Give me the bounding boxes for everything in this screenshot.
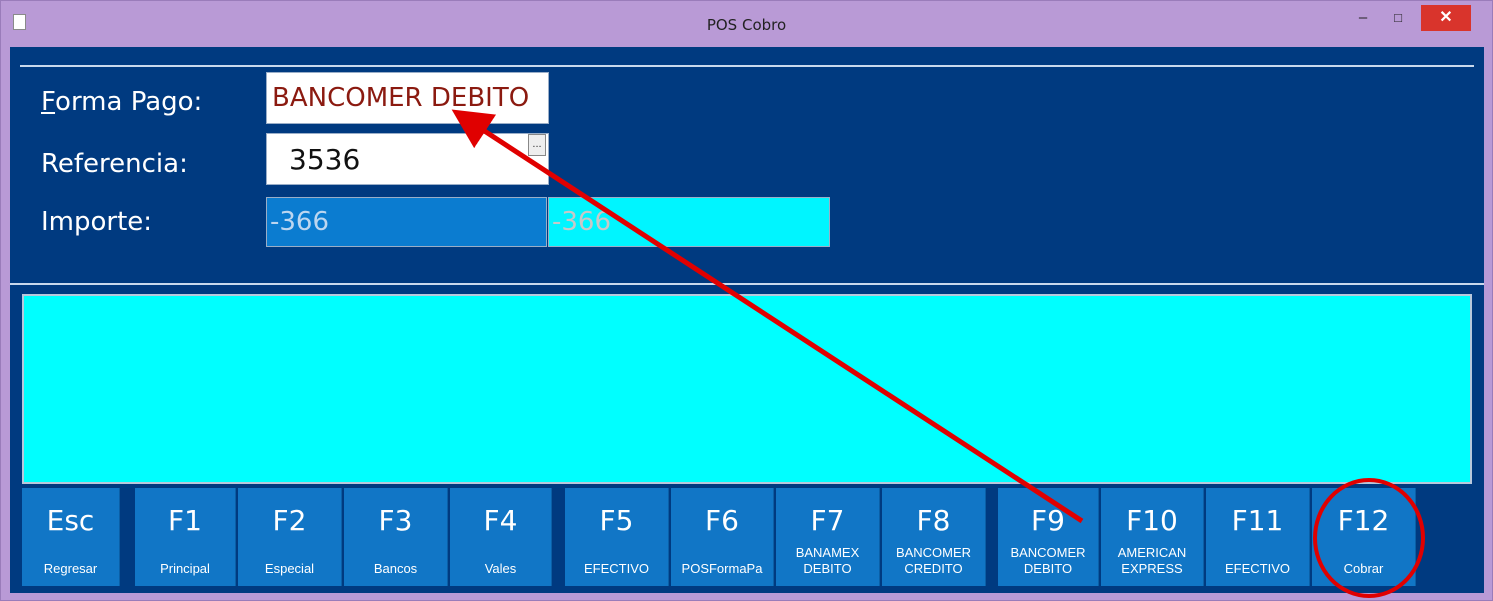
fkey-label: Regresar	[43, 561, 98, 576]
importe-label: Importe:	[41, 207, 153, 237]
f4-button[interactable]: F4 Vales	[450, 488, 552, 586]
divider-top	[20, 65, 1474, 67]
fkey-label: EFECTIVO	[583, 561, 649, 576]
f2-button[interactable]: F2 Especial	[238, 488, 342, 586]
fkey-label: POSFormaPa	[681, 561, 763, 576]
fkey-label: Bancos	[373, 561, 418, 576]
f1-button[interactable]: F1 Principal	[135, 488, 236, 586]
f7-button[interactable]: F7 BANAMEX DEBITO	[776, 488, 880, 586]
f8-button[interactable]: F8 BANCOMER CREDITO	[882, 488, 986, 586]
fkey-label: Principal	[160, 561, 210, 576]
title-bar[interactable]: POS Cobro – □ ✕	[1, 1, 1492, 47]
fkey-name: F1	[168, 504, 202, 537]
f6-button[interactable]: F6 POSFormaPa	[671, 488, 774, 586]
referencia-browse-button[interactable]: ...	[528, 134, 546, 156]
fkey-name: F2	[272, 504, 307, 537]
esc-button[interactable]: Esc Regresar	[22, 488, 120, 586]
fkey-label: Especial	[264, 561, 315, 576]
maximize-button[interactable]: □	[1385, 6, 1411, 30]
f3-button[interactable]: F3 Bancos	[344, 488, 448, 586]
fkey-name: F6	[705, 504, 739, 537]
close-button[interactable]: ✕	[1421, 5, 1471, 31]
referencia-field[interactable]: 3536	[266, 133, 549, 185]
fkey-label: AMERICAN EXPRESS	[1117, 545, 1187, 576]
forma-pago-label: Forma Pago:	[41, 87, 202, 117]
payments-panel[interactable]	[22, 294, 1472, 484]
f5-button[interactable]: F5 EFECTIVO	[565, 488, 669, 586]
fkey-name: F9	[1031, 504, 1065, 537]
fkey-label: EFECTIVO	[1224, 561, 1290, 576]
referencia-label: Referencia:	[41, 149, 188, 179]
fkey-name: F5	[599, 504, 634, 537]
fkey-name: F12	[1337, 504, 1390, 537]
fkey-label: BANAMEX DEBITO	[795, 545, 860, 576]
importe-secondary-field[interactable]: -366	[548, 197, 830, 247]
fkey-label: BANCOMER CREDITO	[895, 545, 972, 576]
fkey-name: F4	[483, 504, 518, 537]
fkey-name: F8	[916, 504, 951, 537]
fkey-label: Cobrar	[1343, 561, 1384, 576]
importe-field[interactable]: -366	[266, 197, 547, 247]
minimize-button[interactable]: –	[1350, 6, 1376, 30]
forma-pago-field[interactable]: BANCOMER DEBITO	[266, 72, 549, 124]
fkey-label: Vales	[484, 561, 517, 576]
fkey-name: F10	[1126, 504, 1178, 537]
f12-button[interactable]: F12 Cobrar	[1312, 488, 1416, 586]
pos-cobro-window: POS Cobro – □ ✕ Forma Pago: BANCOMER DEB…	[0, 0, 1493, 601]
f11-button[interactable]: F11 EFECTIVO	[1206, 488, 1310, 586]
forma-pago-mnemonic: F	[41, 87, 56, 117]
divider-middle	[10, 283, 1484, 285]
f9-button[interactable]: F9 BANCOMER DEBITO	[998, 488, 1099, 586]
client-area: Forma Pago: BANCOMER DEBITO Referencia: …	[10, 47, 1484, 593]
fkey-name: Esc	[46, 504, 95, 537]
fkey-label: BANCOMER DEBITO	[1010, 545, 1086, 576]
fkey-name: F11	[1231, 504, 1284, 537]
fkey-name: F3	[378, 504, 413, 537]
forma-pago-label-rest: orma Pago:	[55, 87, 203, 117]
function-key-bar: Esc Regresar F1 Principal F2 Especial F3…	[22, 488, 1472, 586]
fkey-name: F7	[810, 504, 845, 537]
f10-button[interactable]: F10 AMERICAN EXPRESS	[1101, 488, 1204, 586]
window-title: POS Cobro	[706, 16, 787, 34]
